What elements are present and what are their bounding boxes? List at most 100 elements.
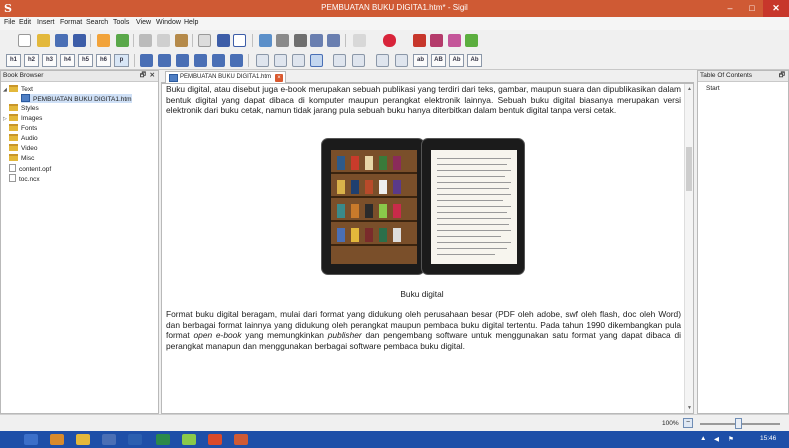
menu-edit[interactable]: Edit (19, 19, 31, 26)
editor-scrollbar[interactable]: ▲ ▼ (684, 84, 693, 413)
paragraph-1[interactable]: Buku digital, atau disebut juga e-book m… (166, 84, 681, 116)
tab-close-icon[interactable]: × (275, 74, 283, 82)
tree-file-toc-ncx[interactable]: toc.ncx (9, 174, 40, 183)
minimize-button[interactable]: – (719, 0, 741, 17)
omega-icon[interactable] (294, 34, 307, 47)
info-icon[interactable] (413, 34, 426, 47)
tree-file-html[interactable]: PEMBUATAN BUKU DIGITA1.htm (21, 94, 132, 103)
open-folder-icon[interactable] (37, 34, 50, 47)
float-panel-button[interactable]: 🗗 (140, 71, 146, 81)
add-file-icon[interactable] (55, 34, 68, 47)
bold-icon[interactable] (140, 54, 153, 67)
maximize-button[interactable]: □ (741, 0, 763, 17)
powerpoint-icon[interactable] (208, 434, 222, 445)
tree-folder-misc[interactable]: Misc (9, 154, 34, 163)
scrollbar-thumb[interactable] (686, 147, 692, 191)
link-icon[interactable] (327, 34, 340, 47)
superscript-icon[interactable] (230, 54, 243, 67)
menu-help[interactable]: Help (184, 19, 198, 26)
book-view-editor[interactable]: Buku digital, atau disebut juga e-book m… (161, 83, 694, 414)
heading-4-button[interactable]: h4 (60, 54, 75, 67)
redo-icon[interactable] (116, 34, 129, 47)
align-left-icon[interactable] (256, 54, 269, 67)
cut-icon[interactable] (139, 34, 152, 47)
new-file-icon[interactable] (18, 34, 31, 47)
menu-file[interactable]: File (4, 19, 15, 26)
split-view-icon[interactable] (217, 34, 230, 47)
italic-icon[interactable] (158, 54, 171, 67)
book-browser-header: Book Browser 🗗 ✕ (1, 71, 158, 82)
browser-icon[interactable] (50, 434, 64, 445)
capitalize-button[interactable]: Ab (467, 54, 482, 67)
tree-folder-images[interactable]: ▷ Images (3, 114, 42, 123)
copy-icon[interactable] (157, 34, 170, 47)
decrease-indent-icon[interactable] (376, 54, 389, 67)
excel-icon[interactable] (156, 434, 170, 445)
anchor-icon[interactable] (310, 34, 323, 47)
book-view-icon[interactable] (198, 34, 211, 47)
align-right-icon[interactable] (292, 54, 305, 67)
menu-insert[interactable]: Insert (37, 19, 55, 26)
menu-window[interactable]: Window (156, 19, 181, 26)
subscript-icon[interactable] (212, 54, 225, 67)
list-icon[interactable] (430, 34, 443, 47)
checkmark-icon[interactable] (465, 34, 478, 47)
tray-volume-icon[interactable]: ◀ (714, 435, 719, 443)
numbered-list-icon[interactable] (352, 54, 365, 67)
spellcheck-icon[interactable] (448, 34, 461, 47)
undo-icon[interactable] (97, 34, 110, 47)
close-button[interactable]: ✕ (763, 0, 789, 17)
tray-flag-icon[interactable]: ⚑ (728, 435, 734, 443)
start-icon[interactable] (24, 434, 38, 445)
menu-format[interactable]: Format (60, 19, 82, 26)
menu-tools[interactable]: Tools (113, 19, 129, 26)
close-panel-button[interactable]: ✕ (150, 71, 155, 81)
uppercase-button[interactable]: AB (431, 54, 446, 67)
menu-search[interactable]: Search (86, 19, 108, 26)
menu-view[interactable]: View (136, 19, 151, 26)
heading-2-button[interactable]: h2 (24, 54, 39, 67)
heart-icon[interactable] (383, 34, 396, 47)
heading-1-button[interactable]: h1 (6, 54, 21, 67)
underline-icon[interactable] (176, 54, 189, 67)
tree-folder-audio[interactable]: Audio (9, 134, 38, 143)
align-center-icon[interactable] (274, 54, 287, 67)
folder-icon (9, 104, 18, 111)
insert-image-icon[interactable] (259, 34, 272, 47)
heading-5-button[interactable]: h5 (78, 54, 93, 67)
zoom-slider-thumb[interactable] (735, 418, 742, 429)
heading-3-button[interactable]: h3 (42, 54, 57, 67)
bullet-list-icon[interactable] (333, 54, 346, 67)
word-icon[interactable] (128, 434, 142, 445)
main-toolbar (0, 30, 789, 51)
insert-special-char-icon[interactable] (276, 34, 289, 47)
scroll-down-icon[interactable]: ▼ (686, 405, 693, 411)
align-justify-icon[interactable] (310, 54, 323, 67)
paragraph-2[interactable]: Format buku digital beragam, mulai dari … (166, 309, 681, 351)
tree-file-content-opf[interactable]: content.opf (9, 164, 51, 173)
tray-network-icon[interactable]: ▲ (700, 435, 706, 442)
tree-folder-styles[interactable]: Styles (9, 104, 39, 113)
download-icon[interactable] (102, 434, 116, 445)
scroll-up-icon[interactable]: ▲ (686, 86, 693, 92)
tree-folder-fonts[interactable]: Fonts (9, 124, 37, 133)
paste-icon[interactable] (175, 34, 188, 47)
toc-item-start[interactable]: Start (706, 84, 720, 93)
paragraph-button[interactable]: p (114, 54, 129, 67)
tree-folder-text[interactable]: ◢ Text (3, 85, 33, 94)
float-panel-button[interactable]: 🗗 (779, 71, 785, 81)
heading-6-button[interactable]: h6 (96, 54, 111, 67)
zoom-out-button[interactable]: − (683, 418, 693, 428)
tab-document[interactable]: PEMBUATAN BUKU DIGITA1.htm × (165, 71, 286, 83)
strikethrough-icon[interactable] (194, 54, 207, 67)
explorer-icon[interactable] (76, 434, 90, 445)
chrome-icon[interactable] (182, 434, 196, 445)
save-icon[interactable] (73, 34, 86, 47)
increase-indent-icon[interactable] (395, 54, 408, 67)
back-arrow-icon[interactable] (353, 34, 366, 47)
code-view-icon[interactable] (233, 34, 246, 47)
tree-folder-video[interactable]: Video (9, 144, 38, 153)
lowercase-button[interactable]: ab (413, 54, 428, 67)
sigil-taskbar-icon[interactable] (234, 434, 248, 445)
titlecase-button[interactable]: Ab (449, 54, 464, 67)
